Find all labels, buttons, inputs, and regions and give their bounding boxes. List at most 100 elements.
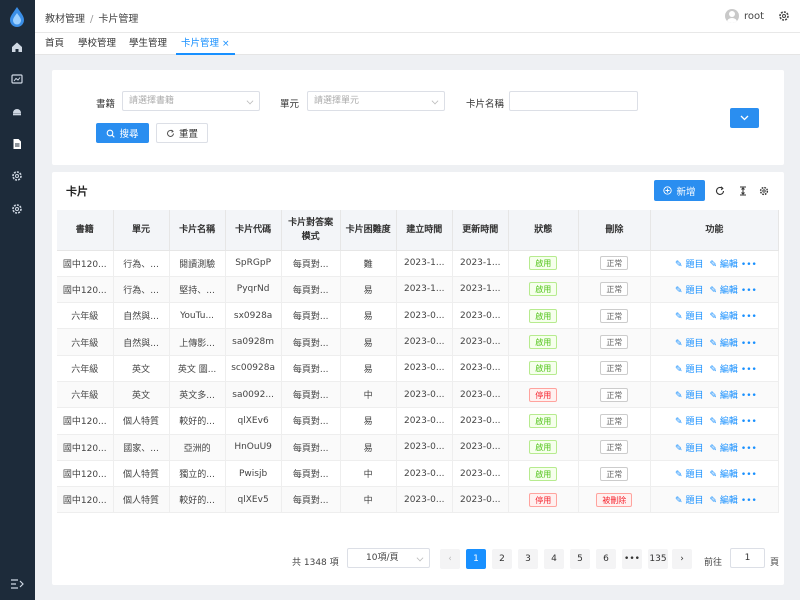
more-actions-icon[interactable]: ••• — [741, 417, 757, 427]
dashboard-icon[interactable] — [10, 72, 24, 86]
cell-status: 啟用 — [508, 302, 579, 330]
cell-book: 國中120... — [57, 460, 114, 488]
page-button[interactable]: 135 — [648, 549, 668, 569]
cell-created: 2023-1... — [396, 276, 453, 304]
page-size-value: 10項/頁 — [366, 553, 399, 563]
topic-link[interactable]: ✎ 題目 — [675, 444, 703, 454]
tab-home[interactable]: 首頁 — [40, 33, 69, 55]
table-row[interactable]: 國中120... 個人特質 較好的... qlXEv6 每頁對... 易 2023-0...… — [57, 407, 780, 435]
android-icon[interactable] — [10, 104, 24, 118]
more-pages-icon[interactable]: ••• — [622, 549, 642, 569]
more-actions-icon[interactable]: ••• — [741, 286, 757, 296]
cell-level: 易 — [340, 355, 397, 382]
page-button[interactable]: 3 — [518, 549, 538, 569]
more-actions-icon[interactable]: ••• — [741, 391, 757, 401]
page-button[interactable]: 6 — [596, 549, 616, 569]
page-button[interactable]: 5 — [570, 549, 590, 569]
more-actions-icon[interactable]: ••• — [741, 339, 757, 349]
document-icon[interactable] — [10, 137, 24, 151]
topic-link[interactable]: ✎ 題目 — [675, 417, 703, 427]
close-icon[interactable]: × — [222, 39, 230, 49]
column-height-icon[interactable] — [738, 186, 748, 196]
edit-link[interactable]: ✎ 編輯 — [709, 470, 737, 480]
username[interactable]: root — [744, 11, 764, 22]
edit-link[interactable]: ✎ 編輯 — [709, 260, 737, 270]
edit-link[interactable]: ✎ 編輯 — [709, 339, 737, 349]
edit-link[interactable]: ✎ 編輯 — [709, 417, 737, 427]
user-menu[interactable]: root — [724, 9, 764, 23]
topic-link[interactable]: ✎ 題目 — [675, 470, 703, 480]
more-actions-icon[interactable]: ••• — [741, 365, 757, 375]
more-actions-icon[interactable]: ••• — [741, 444, 757, 454]
add-button[interactable]: 新增 — [654, 180, 705, 201]
home-icon[interactable] — [10, 40, 24, 54]
table-row[interactable]: 六年級 英文 英文多... sa0092... 每頁對... 中 2023-0... 2023… — [57, 381, 780, 409]
topic-link[interactable]: ✎ 題目 — [675, 365, 703, 375]
edit-link[interactable]: ✎ 編輯 — [709, 444, 737, 454]
gear-icon[interactable] — [10, 169, 24, 183]
table-row[interactable]: 國中120... 行為、... 閱讀測驗 SpRGpP 每頁對... 難 2023-1...… — [57, 250, 780, 277]
page-size-select[interactable]: 10項/頁 — [347, 548, 430, 568]
column-header: 狀態 — [508, 210, 579, 251]
table-row[interactable]: 國中120... 國家、... 亞洲的 HnOuU9 每頁對... 易 2023-0... 2… — [57, 434, 780, 461]
more-actions-icon[interactable]: ••• — [741, 312, 757, 322]
column-header: 卡片代碼 — [225, 210, 282, 251]
topic-link[interactable]: ✎ 題目 — [675, 260, 703, 270]
expand-filter-button[interactable] — [730, 108, 759, 128]
topic-label: 題目 — [685, 312, 704, 323]
tab-students[interactable]: 學生管理 — [124, 33, 172, 55]
table-row[interactable]: 國中120... 個人特質 獨立的... Pwisjb 每頁對... 中 2023-0...… — [57, 460, 780, 488]
next-page-button[interactable]: › — [672, 549, 692, 569]
table-row[interactable]: 國中120... 個人特質 較好的... qlXEv5 每頁對... 中 2023-0...… — [57, 486, 780, 514]
cell-status: 啟用 — [508, 276, 579, 304]
cell-book: 六年級 — [57, 302, 114, 330]
edit-link[interactable]: ✎ 編輯 — [709, 312, 737, 322]
edit-label: 編輯 — [719, 417, 738, 428]
topic-link[interactable]: ✎ 題目 — [675, 339, 703, 349]
unit-select[interactable]: 請選擇單元 — [307, 91, 445, 111]
edit-icon: ✎ — [675, 496, 683, 507]
edit-link[interactable]: ✎ 編輯 — [709, 286, 737, 296]
topic-link[interactable]: ✎ 題目 — [675, 312, 703, 322]
page-button[interactable]: 1 — [466, 549, 486, 569]
edit-link[interactable]: ✎ 編輯 — [709, 365, 737, 375]
settings-icon[interactable] — [10, 202, 24, 216]
table-row[interactable]: 六年級 英文 英文 圖... sc00928a 每頁對... 易 2023-0... 2023… — [57, 355, 780, 382]
topic-link[interactable]: ✎ 題目 — [675, 496, 703, 506]
refresh-icon[interactable] — [715, 186, 725, 196]
prev-page-button[interactable]: ‹ — [440, 549, 460, 569]
card-name-input[interactable] — [509, 91, 638, 111]
topic-link[interactable]: ✎ 題目 — [675, 286, 703, 296]
table-row[interactable]: 六年級 自然與... 上傳影... sa0928m 每頁對... 易 2023-0... 20… — [57, 328, 780, 356]
more-actions-icon[interactable]: ••• — [741, 496, 757, 506]
table-row[interactable]: 國中120... 行為、... 堅持、... PyqrNd 每頁對... 易 2023-1.… — [57, 276, 780, 304]
page-button[interactable]: 4 — [544, 549, 564, 569]
cell-code: sx0928a — [225, 302, 282, 330]
column-header: 卡片困難度 — [340, 210, 397, 251]
goto-page-input[interactable]: 1 — [730, 548, 765, 568]
tab-cards[interactable]: 卡片管理 × — [176, 33, 235, 55]
topic-link[interactable]: ✎ 題目 — [675, 391, 703, 401]
cell-actions: ✎ 題目 ✎ 編輯 ••• — [650, 302, 780, 330]
delete-status-badge: 被刪除 — [596, 492, 633, 507]
delete-status-badge: 正常 — [600, 256, 629, 271]
collapse-sidebar-icon[interactable] — [10, 578, 24, 590]
gear-icon[interactable] — [778, 10, 790, 22]
edit-link[interactable]: ✎ 編輯 — [709, 391, 737, 401]
tab-schools[interactable]: 學校管理 — [73, 33, 121, 55]
more-actions-icon[interactable]: ••• — [741, 470, 757, 480]
gear-icon[interactable] — [759, 186, 769, 196]
edit-link[interactable]: ✎ 編輯 — [709, 496, 737, 506]
book-select[interactable]: 請選擇書籍 — [122, 91, 260, 111]
reset-button[interactable]: 重置 — [156, 123, 208, 143]
avatar[interactable] — [724, 9, 739, 23]
cell-status: 停用 — [508, 486, 579, 514]
table-row[interactable]: 六年級 自然與... YouTu... sx0928a 每頁對... 易 2023-0...… — [57, 302, 780, 330]
more-actions-icon[interactable]: ••• — [741, 260, 757, 270]
page-button[interactable]: 2 — [492, 549, 512, 569]
search-button[interactable]: 搜尋 — [96, 123, 149, 143]
delete-status-badge: 正常 — [600, 335, 629, 350]
add-label: 新增 — [676, 186, 696, 198]
breadcrumb-root[interactable]: 教材管理 — [45, 14, 85, 25]
cell-created: 2023-0... — [396, 434, 453, 461]
